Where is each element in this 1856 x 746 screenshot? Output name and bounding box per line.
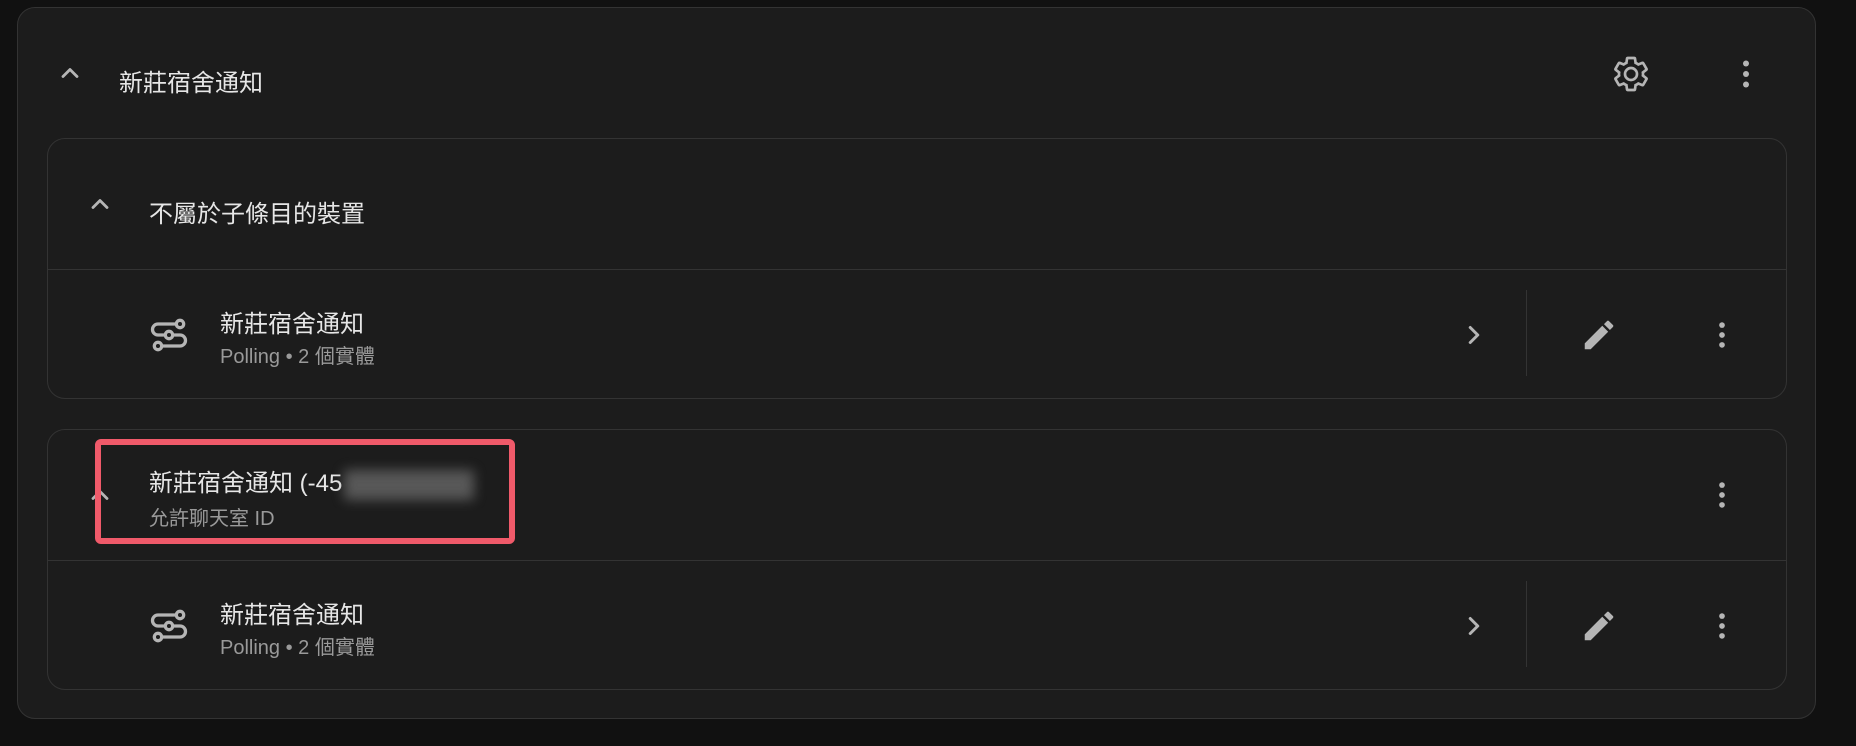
group-title: 新莊宿舍通知 (-45 [149, 463, 475, 500]
edit-pencil-icon[interactable] [1571, 307, 1627, 363]
device-group-card: 不屬於子條目的裝置 新莊宿舍通知 Polling • 2 個實體 [47, 138, 1787, 399]
device-row[interactable]: 新莊宿舍通知 Polling • 2 個實體 [48, 561, 1786, 689]
device-meta: Polling • 2 個實體 [220, 637, 375, 659]
collapse-chevron-up-icon[interactable] [50, 53, 90, 93]
gear-icon[interactable] [1603, 46, 1659, 102]
device-name: 新莊宿舍通知 [220, 602, 364, 629]
device-meta: Polling • 2 個實體 [220, 346, 375, 368]
service-icon [147, 313, 191, 357]
vertical-divider [1526, 581, 1527, 667]
group-subtitle: 允許聊天室 ID [149, 508, 275, 530]
redacted-blur [344, 469, 475, 500]
chevron-right-icon[interactable] [1446, 307, 1502, 363]
integration-card: 新莊宿舍通知 不屬於子條目的裝置 新莊宿舍通知 Polling • 2 個實體 … [17, 7, 1816, 719]
more-vert-icon[interactable] [1694, 307, 1750, 363]
group-header[interactable]: 新莊宿舍通知 (-45 允許聊天室 ID [48, 430, 1786, 560]
group-title: 不屬於子條目的裝置 [149, 201, 365, 228]
collapse-chevron-up-icon[interactable] [80, 184, 120, 224]
vertical-divider [1526, 290, 1527, 376]
integration-header[interactable]: 新莊宿舍通知 [18, 8, 1815, 138]
group-header[interactable]: 不屬於子條目的裝置 [48, 139, 1786, 269]
device-row[interactable]: 新莊宿舍通知 Polling • 2 個實體 [48, 270, 1786, 398]
group-title-text: 新莊宿舍通知 (-45 [149, 470, 343, 497]
service-icon [147, 604, 191, 648]
more-vert-icon[interactable] [1694, 598, 1750, 654]
more-vert-icon[interactable] [1718, 46, 1774, 102]
device-group-card: 新莊宿舍通知 (-45 允許聊天室 ID 新莊宿舍通知 Polling • 2 … [47, 429, 1787, 690]
edit-pencil-icon[interactable] [1571, 598, 1627, 654]
more-vert-icon[interactable] [1694, 467, 1750, 523]
collapse-chevron-up-icon[interactable] [80, 475, 120, 515]
device-name: 新莊宿舍通知 [220, 311, 364, 338]
chevron-right-icon[interactable] [1446, 598, 1502, 654]
integration-title: 新莊宿舍通知 [119, 70, 263, 97]
